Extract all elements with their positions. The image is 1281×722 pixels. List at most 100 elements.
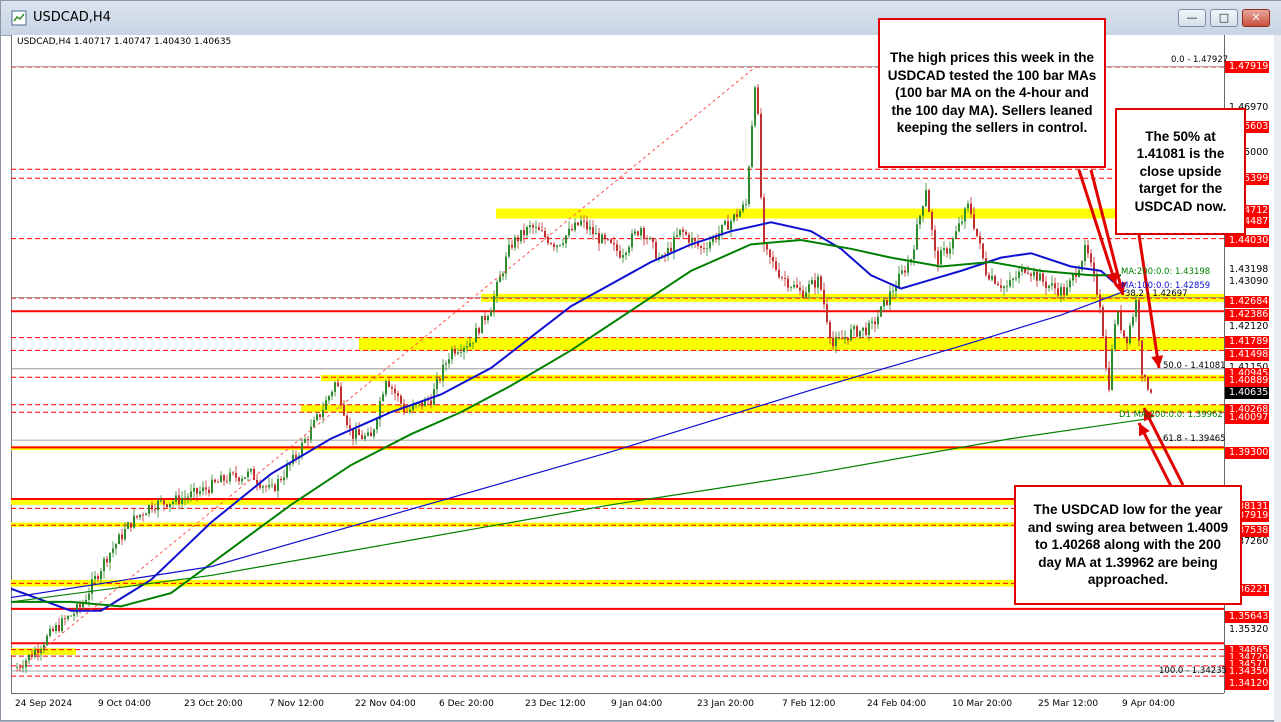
price-candle-body bbox=[751, 125, 753, 167]
price-candle-body bbox=[373, 429, 375, 437]
price-candle-body bbox=[880, 306, 882, 317]
price-candle-body bbox=[775, 261, 777, 270]
moving-average-100-d1 bbox=[11, 290, 1127, 599]
price-candle-body bbox=[778, 269, 780, 278]
price-candle-body bbox=[601, 234, 603, 244]
price-candle-body bbox=[574, 222, 576, 231]
price-candle-body bbox=[1069, 280, 1071, 288]
price-candle-body bbox=[121, 534, 123, 540]
price-candle-body bbox=[739, 211, 741, 217]
price-candle-body bbox=[109, 552, 111, 563]
price-candle-body bbox=[967, 203, 969, 209]
price-candle-body bbox=[877, 316, 879, 325]
price-candle-body bbox=[280, 478, 282, 481]
price-candle-body bbox=[397, 393, 399, 396]
price-candle-body bbox=[1060, 287, 1062, 296]
price-candle-body bbox=[565, 235, 567, 244]
price-candle-body bbox=[370, 432, 372, 437]
maximize-icon: □ bbox=[1218, 11, 1230, 24]
price-candle-body bbox=[847, 337, 849, 341]
price-candle-body bbox=[946, 248, 948, 254]
price-candle-body bbox=[385, 381, 387, 395]
price-candle-body bbox=[217, 481, 219, 483]
price-candle-body bbox=[175, 495, 177, 502]
price-candle-body bbox=[64, 618, 66, 620]
close-button[interactable]: ✕ bbox=[1242, 9, 1270, 27]
price-candle-body bbox=[409, 410, 411, 413]
annotation-top-text: The high prices this week in the USDCAD … bbox=[887, 50, 1097, 136]
price-candle-body bbox=[313, 419, 315, 427]
price-candle-body bbox=[997, 283, 999, 286]
price-candle-body bbox=[607, 239, 609, 240]
price-candle-body bbox=[286, 465, 288, 478]
price-candle-body bbox=[1051, 283, 1053, 286]
price-candle-body bbox=[196, 487, 198, 494]
price-candle-body bbox=[1111, 349, 1113, 390]
price-candle-body bbox=[991, 275, 993, 280]
price-axis-label: 1.42120 bbox=[1229, 321, 1269, 332]
price-candle-body bbox=[229, 472, 231, 482]
price-candle-body bbox=[46, 635, 48, 645]
price-candle-body bbox=[262, 486, 264, 488]
maximize-button[interactable]: □ bbox=[1210, 9, 1238, 27]
price-candle-body bbox=[730, 220, 732, 230]
price-candle-body bbox=[316, 414, 318, 420]
price-candle-body bbox=[271, 484, 273, 486]
price-candle-body bbox=[757, 87, 759, 114]
price-candle-body bbox=[985, 258, 987, 275]
price-candle-body bbox=[382, 394, 384, 402]
price-candle-body bbox=[649, 238, 651, 240]
price-candle-body bbox=[226, 480, 228, 482]
price-candle-body bbox=[391, 386, 393, 389]
price-candle-body bbox=[952, 238, 954, 249]
price-candle-body bbox=[61, 618, 63, 631]
price-candle-body bbox=[223, 475, 225, 481]
price-candle-body bbox=[889, 291, 891, 305]
price-candle-body bbox=[1123, 330, 1125, 337]
price-candle-body bbox=[865, 327, 867, 335]
price-candle-body bbox=[898, 273, 900, 288]
price-candle-body bbox=[376, 419, 378, 430]
price-candle-body bbox=[919, 215, 921, 225]
price-candle-body bbox=[1000, 285, 1002, 288]
price-candle-body bbox=[130, 522, 132, 528]
price-candle-body bbox=[487, 316, 489, 321]
price-candle-body bbox=[856, 326, 858, 337]
price-candle-body bbox=[436, 378, 438, 390]
price-candle-body bbox=[358, 429, 360, 436]
price-candle-body bbox=[559, 244, 561, 246]
price-candle-body bbox=[202, 487, 204, 492]
price-candle-body bbox=[442, 364, 444, 381]
price-candle-body bbox=[772, 256, 774, 262]
time-axis-label: 23 Dec 12:00 bbox=[525, 699, 586, 709]
price-candle-body bbox=[307, 439, 309, 440]
price-candle-body bbox=[76, 604, 78, 614]
price-candle-body bbox=[133, 515, 135, 528]
price-candle-body bbox=[937, 250, 939, 265]
price-candle-body bbox=[112, 548, 114, 553]
time-axis-label: 23 Jan 20:00 bbox=[697, 699, 754, 709]
price-candle-body bbox=[760, 113, 762, 198]
price-candle-body bbox=[814, 280, 816, 288]
price-candle-body bbox=[619, 250, 621, 258]
minimize-button[interactable]: — bbox=[1178, 9, 1206, 27]
right-scroll-edge bbox=[1274, 35, 1281, 722]
price-candle-body bbox=[904, 270, 906, 273]
price-candle-body bbox=[550, 243, 552, 245]
price-candle-body bbox=[187, 497, 189, 499]
price-candle-body bbox=[25, 660, 27, 668]
price-candle-body bbox=[736, 214, 738, 217]
price-axis-label: 1.42684 bbox=[1225, 296, 1269, 308]
price-candle-body bbox=[349, 425, 351, 429]
price-candle-body bbox=[973, 214, 975, 229]
time-axis-label: 9 Oct 04:00 bbox=[98, 699, 151, 709]
price-candle-body bbox=[328, 396, 330, 401]
price-candle-body bbox=[958, 223, 960, 232]
price-candle-body bbox=[232, 472, 234, 474]
price-candle-body bbox=[808, 284, 810, 293]
price-candle-body bbox=[331, 391, 333, 397]
price-candle-body bbox=[466, 346, 468, 348]
price-candle-body bbox=[745, 204, 747, 205]
price-candle-body bbox=[1135, 300, 1137, 317]
price-candle-body bbox=[643, 227, 645, 239]
